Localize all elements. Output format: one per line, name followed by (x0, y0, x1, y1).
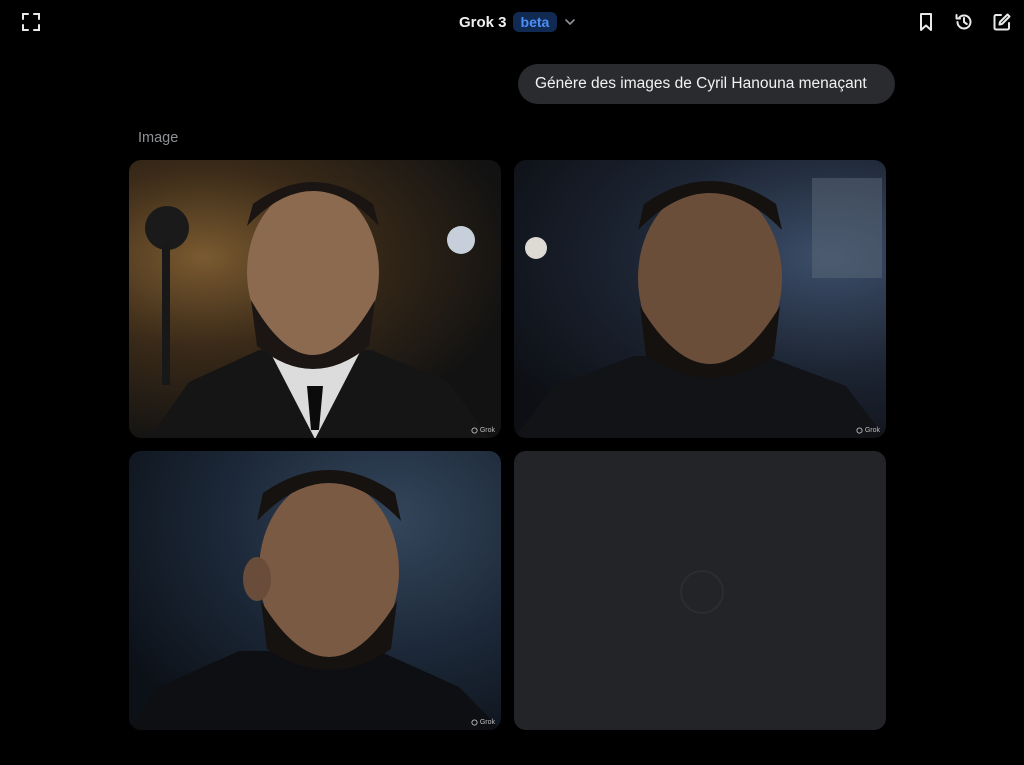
expand-button[interactable] (17, 10, 45, 38)
watermark: Grok (471, 719, 495, 726)
watermark-text: Grok (479, 719, 495, 726)
bookmark-button[interactable] (912, 10, 940, 38)
response-label: Image (138, 130, 179, 146)
new-chat-button[interactable] (988, 10, 1016, 38)
model-name: Grok 3 (459, 13, 507, 31)
portrait-image (514, 178, 886, 438)
user-message: Génère des images de Cyril Hanouna menaç… (518, 64, 895, 104)
history-icon (954, 12, 974, 37)
beta-badge: beta (512, 12, 558, 32)
generated-image-2[interactable]: Grok (514, 160, 886, 438)
model-selector[interactable]: Grok 3 beta (459, 12, 577, 32)
portrait-image (129, 470, 501, 730)
generated-image-1[interactable]: Grok (129, 160, 501, 438)
bookmark-icon (916, 12, 936, 37)
watermark: Grok (471, 427, 495, 434)
chevron-down-icon (563, 15, 577, 29)
expand-icon (21, 12, 41, 37)
watermark: Grok (856, 427, 880, 434)
watermark-text: Grok (864, 427, 880, 434)
watermark-text: Grok (479, 427, 495, 434)
compose-icon (992, 12, 1012, 37)
generated-image-3[interactable]: Grok (129, 451, 501, 730)
portrait-image (145, 182, 489, 438)
loading-spinner (680, 570, 724, 614)
image-placeholder-loading (514, 451, 886, 730)
history-button[interactable] (950, 10, 978, 38)
